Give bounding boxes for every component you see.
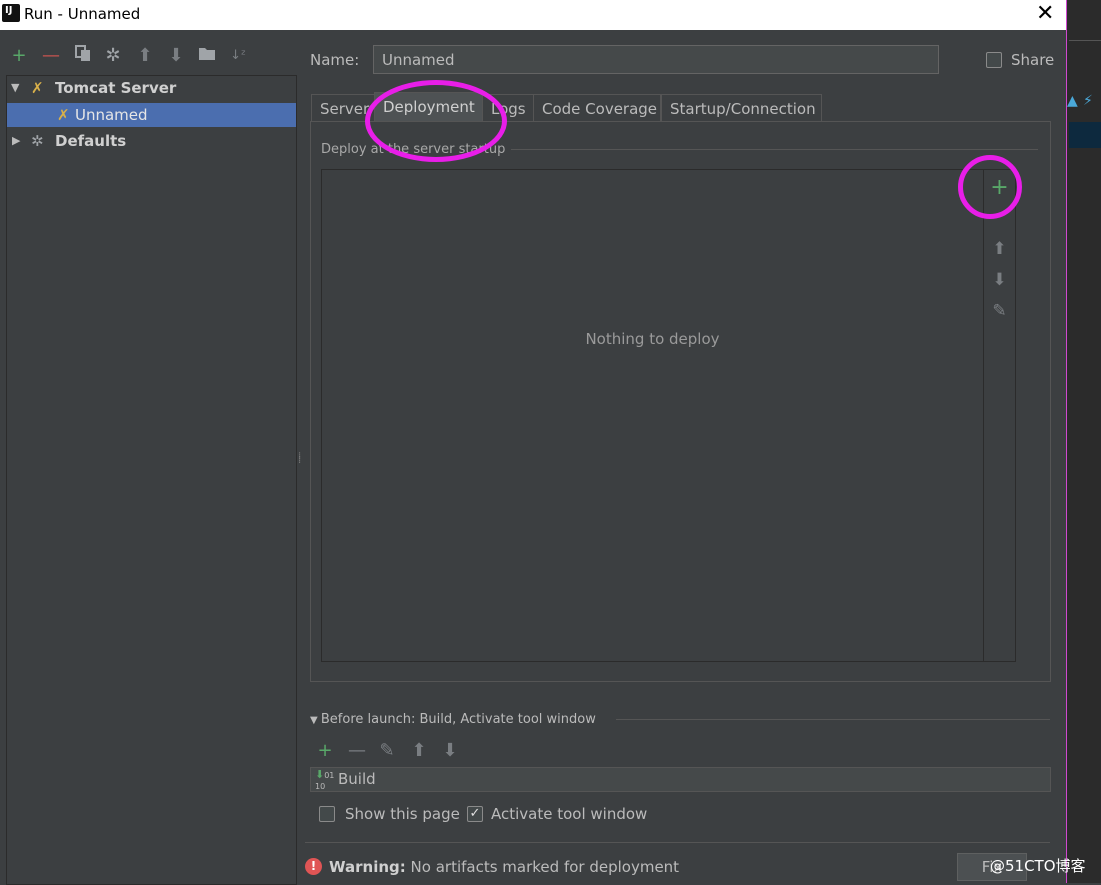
tree-item-label: Unnamed [75,106,148,124]
activate-tool-window-label: Activate tool window [491,805,648,823]
copy-icon[interactable] [72,44,94,68]
arrow-down-icon[interactable]: ⬇ [439,740,461,761]
window-title: Run - Unnamed [24,5,141,23]
background-window-strip: ▲ ⚡ [1066,0,1101,883]
collapse-arrow-icon[interactable]: ▶ [12,129,20,153]
annotation-ring-add-button [958,155,1022,219]
expand-arrow-icon[interactable]: ▼ [11,76,19,100]
build-arrow-icon: ▲ [1067,93,1078,109]
warning-message: Warning: No artifacts marked for deploym… [329,858,679,876]
arrow-down-icon[interactable]: ⬇ [165,44,187,68]
collapse-arrow-icon: ▼ [310,715,321,726]
show-this-page-label: Show this page [345,805,460,823]
footer-divider [305,842,1050,843]
tree-item-unnamed[interactable]: ✗ Unnamed [7,103,296,127]
title-bar: IJ Run - Unnamed ✕ [0,0,1066,30]
tree-item-tomcat-server[interactable]: ▼ ✗ Tomcat Server [7,76,296,100]
section-divider [510,149,1038,150]
tree-item-label: Defaults [55,132,127,150]
annotation-ring-deployment-tab [365,80,507,162]
before-launch-item-build[interactable]: ⬇01 10 Build [310,767,1051,792]
edit-icon[interactable]: ✎ [376,740,398,761]
share-label: Share [1011,51,1055,69]
arrow-up-icon[interactable]: ⬆ [134,44,156,68]
remove-icon[interactable]: — [346,740,368,761]
empty-list-text: Nothing to deploy [585,330,720,348]
configuration-tree: ▼ ✗ Tomcat Server ✗ Unnamed ▶ ✲ Defaults [6,75,297,885]
tab-code-coverage[interactable]: Code Coverage [533,94,661,122]
tomcat-icon: ✗ [57,106,70,124]
deployment-list[interactable] [321,169,984,662]
lightning-icon: ⚡ [1083,93,1093,109]
deployment-toolbar: + ⬆ ⬇ ✎ [983,169,1016,662]
tree-item-label: Tomcat Server [55,79,177,97]
warning-icon: ! [305,858,322,875]
tree-item-defaults[interactable]: ▶ ✲ Defaults [7,129,296,153]
close-icon[interactable]: ✕ [1036,1,1054,26]
arrow-up-icon[interactable]: ⬆ [984,239,1015,259]
build-label: Build [338,770,376,788]
warning-bold-label: Warning: [329,858,406,876]
before-launch-label: Before launch: Build, Activate tool wind… [320,712,596,727]
build-icon: ⬇01 10 [315,768,335,791]
panel-splitter[interactable]: ⁞ ⁞ [298,452,302,475]
tab-startup-connection[interactable]: Startup/Connection [661,94,822,122]
arrow-down-icon[interactable]: ⬇ [984,270,1015,290]
name-label: Name: [310,51,360,69]
before-launch-divider [616,719,1050,720]
before-launch-header[interactable]: ▼ Before launch: Build, Activate tool wi… [310,712,596,727]
warning-text: No artifacts marked for deployment [410,858,680,876]
watermark: @51CTO博客 [990,857,1086,875]
show-this-page-checkbox[interactable] [319,806,335,822]
name-input[interactable]: Unnamed [373,45,939,74]
wrench-icon[interactable]: ✲ [102,44,124,68]
tomcat-icon: ✗ [31,79,44,97]
add-icon[interactable]: + [314,740,336,761]
sort-icon[interactable]: ↓ᶻ [227,44,249,68]
activate-tool-window-checkbox[interactable]: ✓ [467,806,483,822]
arrow-up-icon[interactable]: ⬆ [408,740,430,761]
share-checkbox[interactable] [986,52,1002,68]
edit-icon[interactable]: ✎ [984,301,1015,321]
app-icon-text: IJ [5,5,13,16]
wrench-icon: ✲ [31,132,44,150]
folder-icon[interactable] [196,44,218,68]
remove-icon[interactable]: — [40,44,62,68]
intellij-app-icon: IJ [2,4,20,22]
add-icon[interactable]: + [8,44,30,68]
